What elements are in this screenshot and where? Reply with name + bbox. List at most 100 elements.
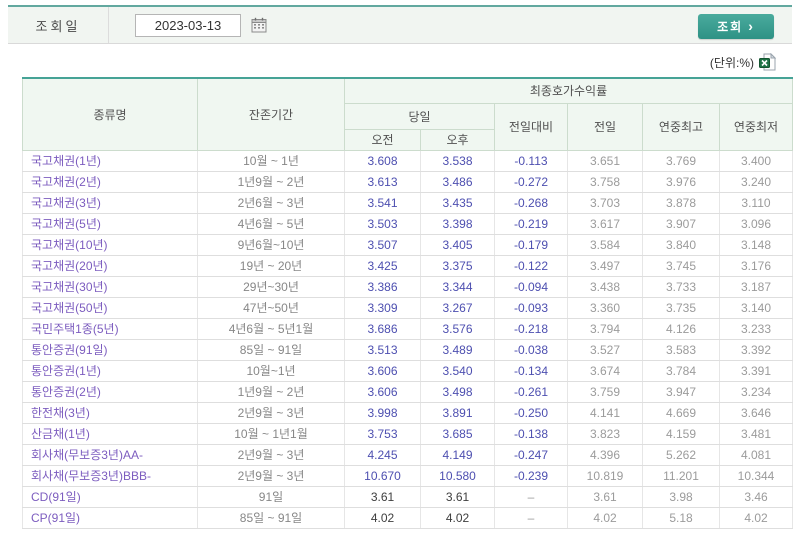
- year-low-cell: 3.140: [719, 297, 793, 319]
- date-input[interactable]: [135, 13, 241, 37]
- pm-yield-cell: 3.576: [420, 318, 495, 340]
- change-cell: -0.138: [494, 423, 568, 445]
- bond-name-cell[interactable]: 통안증권(1년): [22, 360, 198, 382]
- unit-label: (단위:%): [709, 55, 754, 70]
- prev-yield-cell: 3.759: [567, 381, 643, 403]
- am-yield-cell: 3.606: [344, 381, 421, 403]
- year-low-cell: 3.176: [719, 255, 793, 277]
- prev-yield-cell: 3.674: [567, 360, 643, 382]
- year-high-cell: 5.262: [642, 444, 720, 466]
- bond-name-cell[interactable]: 국민주택1종(5년): [22, 318, 198, 340]
- prev-yield-cell: 3.61: [567, 486, 643, 508]
- year-high-cell: 3.907: [642, 213, 720, 235]
- bond-name-cell[interactable]: 통안증권(2년): [22, 381, 198, 403]
- am-yield-cell: 4.245: [344, 444, 421, 466]
- change-cell: -0.268: [494, 192, 568, 214]
- yield-table-header: 종류명 잔존기간 최종호가수익률 당일 전일대비 전일 연중최고 연중최저 오전…: [22, 77, 793, 151]
- bond-name-cell[interactable]: CP(91일): [22, 507, 198, 529]
- bond-name-cell[interactable]: 국고채권(2년): [22, 171, 198, 193]
- bond-name-cell[interactable]: 국고채권(10년): [22, 234, 198, 256]
- table-row: CP(91일) 85일 ~ 91일 4.02 4.02 – 4.02 5.18 …: [22, 507, 793, 529]
- change-cell: -0.272: [494, 171, 568, 193]
- bond-name-cell[interactable]: 회사채(무보증3년)BBB-: [22, 465, 198, 487]
- change-cell: -0.247: [494, 444, 568, 466]
- maturity-cell: 2년9월 ~ 3년: [197, 444, 345, 466]
- table-row: 국민주택1종(5년) 4년6월 ~ 5년1월 3.686 3.576 -0.21…: [22, 318, 793, 340]
- table-row: CD(91일) 91일 3.61 3.61 – 3.61 3.98 3.46: [22, 486, 793, 508]
- table-row: 국고채권(10년) 9년6월~10년 3.507 3.405 -0.179 3.…: [22, 234, 793, 256]
- maturity-cell: 1년9월 ~ 2년: [197, 171, 345, 193]
- search-button[interactable]: 조회 ›: [698, 14, 774, 39]
- bond-name-cell[interactable]: CD(91일): [22, 486, 198, 508]
- pm-yield-cell: 3.538: [420, 150, 495, 172]
- bond-name-cell[interactable]: 국고채권(3년): [22, 192, 198, 214]
- table-row: 회사채(무보증3년)BBB- 2년9월 ~ 3년 10.670 10.580 -…: [22, 465, 793, 487]
- year-low-cell: 3.234: [719, 381, 793, 403]
- prev-yield-cell: 4.141: [567, 402, 643, 424]
- change-cell: -0.122: [494, 255, 568, 277]
- year-low-cell: 3.148: [719, 234, 793, 256]
- bond-name-cell[interactable]: 회사채(무보증3년)AA-: [22, 444, 198, 466]
- bond-name-cell[interactable]: 국고채권(20년): [22, 255, 198, 277]
- pm-yield-cell: 3.61: [420, 486, 495, 508]
- am-yield-cell: 3.613: [344, 171, 421, 193]
- pm-yield-cell: 3.267: [420, 297, 495, 319]
- calendar-icon[interactable]: [251, 17, 267, 33]
- bond-name-cell[interactable]: 산금채(1년): [22, 423, 198, 445]
- am-yield-cell: 3.998: [344, 402, 421, 424]
- search-bar: 조회일 조회 ›: [8, 5, 792, 44]
- am-yield-cell: 3.61: [344, 486, 421, 508]
- maturity-cell: 85일 ~ 91일: [197, 507, 345, 529]
- header-yield-group: 최종호가수익률: [344, 77, 793, 104]
- prev-yield-cell: 3.584: [567, 234, 643, 256]
- bond-name-cell[interactable]: 국고채권(5년): [22, 213, 198, 235]
- prev-yield-cell: 3.651: [567, 150, 643, 172]
- table-row: 한전채(3년) 2년9월 ~ 3년 3.998 3.891 -0.250 4.1…: [22, 402, 793, 424]
- maturity-cell: 4년6월 ~ 5년: [197, 213, 345, 235]
- bond-name-cell[interactable]: 국고채권(1년): [22, 150, 198, 172]
- am-yield-cell: 10.670: [344, 465, 421, 487]
- date-label: 조회일: [35, 18, 81, 34]
- pm-yield-cell: 3.344: [420, 276, 495, 298]
- prev-yield-cell: 3.527: [567, 339, 643, 361]
- table-row: 국고채권(2년) 1년9월 ~ 2년 3.613 3.486 -0.272 3.…: [22, 171, 793, 193]
- header-high: 연중최고: [642, 102, 720, 151]
- pm-yield-cell: 3.375: [420, 255, 495, 277]
- prev-yield-cell: 3.823: [567, 423, 643, 445]
- excel-download-icon[interactable]: [759, 52, 777, 71]
- bond-name-cell[interactable]: 국고채권(50년): [22, 297, 198, 319]
- change-cell: -0.219: [494, 213, 568, 235]
- maturity-cell: 47년~50년: [197, 297, 345, 319]
- year-high-cell: 3.769: [642, 150, 720, 172]
- bond-name-cell[interactable]: 통안증권(91일): [22, 339, 198, 361]
- calendar-icon-svg: [251, 17, 267, 33]
- header-prev: 전일: [567, 102, 643, 151]
- am-yield-cell: 3.541: [344, 192, 421, 214]
- year-low-cell: 4.081: [719, 444, 793, 466]
- pm-yield-cell: 3.486: [420, 171, 495, 193]
- maturity-cell: 1년9월 ~ 2년: [197, 381, 345, 403]
- year-low-cell: 3.110: [719, 192, 793, 214]
- prev-yield-cell: 4.02: [567, 507, 643, 529]
- change-cell: -0.250: [494, 402, 568, 424]
- header-today-group: 당일: [344, 102, 495, 130]
- year-low-cell: 3.233: [719, 318, 793, 340]
- maturity-cell: 29년~30년: [197, 276, 345, 298]
- am-yield-cell: 3.513: [344, 339, 421, 361]
- year-high-cell: 3.583: [642, 339, 720, 361]
- header-type: 종류명: [22, 77, 198, 151]
- prev-yield-cell: 3.703: [567, 192, 643, 214]
- am-yield-cell: 3.606: [344, 360, 421, 382]
- bond-name-cell[interactable]: 한전채(3년): [22, 402, 198, 424]
- bond-name-cell[interactable]: 국고채권(30년): [22, 276, 198, 298]
- year-high-cell: 3.947: [642, 381, 720, 403]
- maturity-cell: 2년6월 ~ 3년: [197, 192, 345, 214]
- year-high-cell: 3.745: [642, 255, 720, 277]
- prev-yield-cell: 3.497: [567, 255, 643, 277]
- year-low-cell: 3.400: [719, 150, 793, 172]
- year-low-cell: 4.02: [719, 507, 793, 529]
- table-row: 통안증권(91일) 85일 ~ 91일 3.513 3.489 -0.038 3…: [22, 339, 793, 361]
- excel-icon-svg: [759, 52, 777, 71]
- year-high-cell: 3.733: [642, 276, 720, 298]
- change-cell: -0.093: [494, 297, 568, 319]
